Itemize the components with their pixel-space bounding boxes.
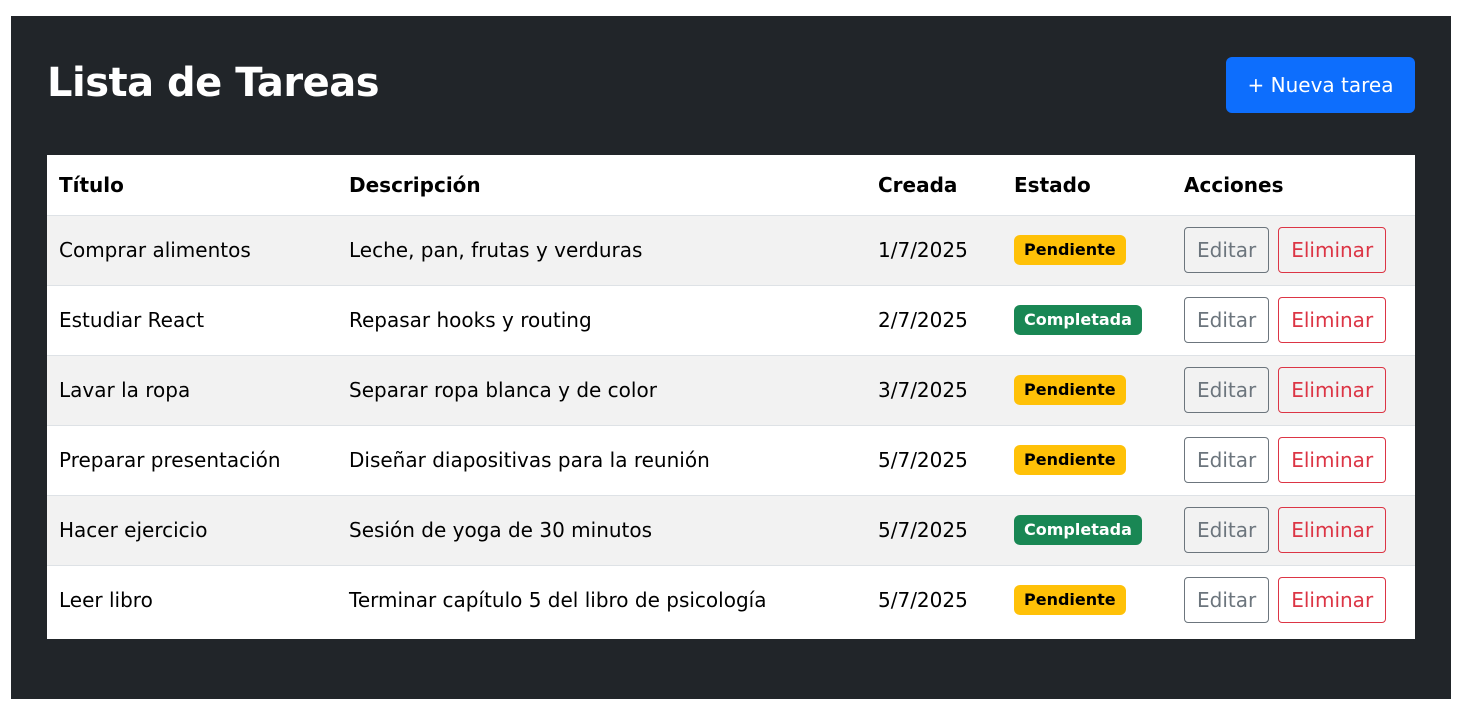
task-status-cell: Pendiente [1002, 424, 1172, 495]
task-created-date: 5/7/2025 [866, 424, 1002, 495]
status-badge: Pendiente [1014, 235, 1126, 265]
edit-button[interactable]: Editar [1184, 367, 1270, 413]
task-actions: Editar Eliminar [1172, 494, 1415, 565]
table-body: Comprar alimentos Leche, pan, frutas y v… [47, 214, 1415, 635]
status-badge: Pendiente [1014, 375, 1126, 405]
table-row: Lavar la ropa Separar ropa blanca y de c… [47, 354, 1415, 425]
delete-button[interactable]: Eliminar [1278, 367, 1387, 413]
task-created-date: 1/7/2025 [866, 214, 1002, 285]
task-actions: Editar Eliminar [1172, 424, 1415, 495]
column-header-created: Creada [878, 172, 958, 197]
task-title: Leer libro [47, 564, 337, 635]
edit-button[interactable]: Editar [1184, 297, 1270, 343]
table-row: Hacer ejercicio Sesión de yoga de 30 min… [47, 494, 1415, 565]
status-badge: Completada [1014, 515, 1142, 545]
task-created-date: 5/7/2025 [866, 494, 1002, 565]
edit-button[interactable]: Editar [1184, 577, 1270, 624]
new-task-button[interactable]: + Nueva tarea [1226, 57, 1415, 113]
status-badge: Pendiente [1014, 445, 1126, 475]
task-title: Preparar presentación [47, 424, 337, 495]
status-badge: Pendiente [1014, 585, 1126, 616]
task-title: Comprar alimentos [47, 214, 337, 285]
task-actions: Editar Eliminar [1172, 214, 1415, 285]
delete-button[interactable]: Eliminar [1278, 577, 1387, 624]
task-description: Separar ropa blanca y de color [337, 354, 866, 425]
task-description: Terminar capítulo 5 del libro de psicolo… [337, 564, 866, 635]
status-badge: Completada [1014, 305, 1142, 335]
column-header-title: Título [59, 172, 124, 197]
delete-button[interactable]: Eliminar [1278, 507, 1387, 553]
edit-button[interactable]: Editar [1184, 437, 1270, 483]
task-description: Sesión de yoga de 30 minutos [337, 494, 866, 565]
task-status-cell: Completada [1002, 494, 1172, 565]
table-row: Estudiar React Repasar hooks y routing 2… [47, 284, 1415, 355]
edit-button[interactable]: Editar [1184, 507, 1270, 553]
task-description: Diseñar diapositivas para la reunión [337, 424, 866, 495]
task-created-date: 5/7/2025 [866, 564, 1002, 635]
column-header-actions: Acciones [1184, 172, 1284, 197]
task-actions: Editar Eliminar [1172, 564, 1415, 635]
task-actions: Editar Eliminar [1172, 354, 1415, 425]
table-header: Título Descripción Creada Estado Accione… [47, 155, 1415, 215]
task-description: Repasar hooks y routing [337, 284, 866, 355]
delete-button[interactable]: Eliminar [1278, 437, 1387, 483]
task-status-cell: Pendiente [1002, 214, 1172, 285]
task-status-cell: Pendiente [1002, 564, 1172, 635]
delete-button[interactable]: Eliminar [1278, 227, 1387, 273]
header: Lista de Tareas + Nueva tarea [47, 57, 1415, 113]
task-status-cell: Pendiente [1002, 354, 1172, 425]
table-row: Preparar presentación Diseñar diapositiv… [47, 424, 1415, 495]
task-title: Hacer ejercicio [47, 494, 337, 565]
delete-button[interactable]: Eliminar [1278, 297, 1387, 343]
table-row: Comprar alimentos Leche, pan, frutas y v… [47, 214, 1415, 285]
table-header-row: Título Descripción Creada Estado Accione… [47, 155, 1415, 215]
table-row: Leer libro Terminar capítulo 5 del libro… [47, 564, 1415, 635]
task-status-cell: Completada [1002, 284, 1172, 355]
task-created-date: 2/7/2025 [866, 284, 1002, 355]
tasks-table-container: Título Descripción Creada Estado Accione… [47, 155, 1415, 639]
tasks-table: Título Descripción Creada Estado Accione… [47, 155, 1415, 635]
task-actions: Editar Eliminar [1172, 284, 1415, 355]
column-header-description: Descripción [349, 172, 481, 197]
column-header-status: Estado [1014, 172, 1091, 197]
edit-button[interactable]: Editar [1184, 227, 1270, 273]
task-title: Lavar la ropa [47, 354, 337, 425]
page-title: Lista de Tareas [47, 60, 380, 106]
task-title: Estudiar React [47, 284, 337, 355]
task-created-date: 3/7/2025 [866, 354, 1002, 425]
task-description: Leche, pan, frutas y verduras [337, 214, 866, 285]
task-list-panel: Lista de Tareas + Nueva tarea Título Des… [11, 16, 1451, 699]
